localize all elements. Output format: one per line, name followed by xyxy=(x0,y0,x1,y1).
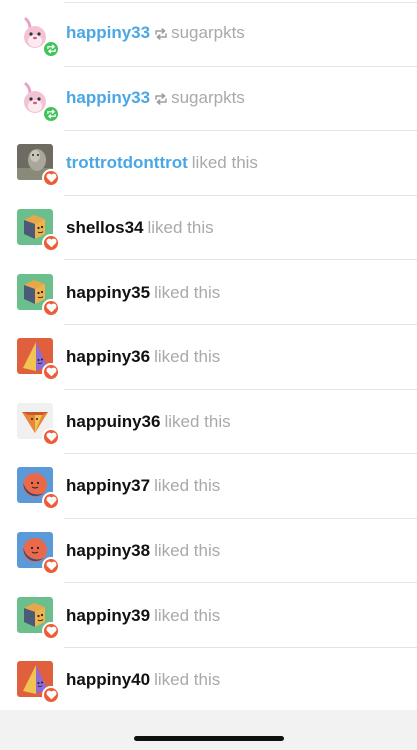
reblog-note-row[interactable]: happiny33 sugarpkts xyxy=(0,67,417,132)
heart-badge-icon xyxy=(42,427,60,446)
avatar[interactable] xyxy=(17,532,60,576)
username-link[interactable]: happiny37 xyxy=(66,476,150,495)
reblog-note-row[interactable]: happiny33 sugarpkts xyxy=(0,2,417,67)
avatar[interactable] xyxy=(17,144,60,188)
heart-badge-icon xyxy=(42,621,60,640)
note-text: happiny38 liked this xyxy=(66,541,220,561)
like-note-row[interactable]: happiny37 liked this xyxy=(0,454,417,519)
heart-badge-icon xyxy=(42,363,60,382)
note-action-text: liked this xyxy=(154,670,221,690)
bottom-safe-area xyxy=(0,710,417,750)
like-note-row[interactable]: happiny38 liked this xyxy=(0,519,417,584)
note-action-text: liked this xyxy=(154,476,221,496)
reblog-source-link[interactable]: sugarpkts xyxy=(171,23,245,42)
reblog-badge-icon xyxy=(42,104,60,123)
avatar[interactable] xyxy=(17,15,60,59)
note-text: happiny39 liked this xyxy=(66,606,220,626)
home-indicator[interactable] xyxy=(133,736,284,741)
heart-badge-icon xyxy=(42,492,60,511)
note-text: happiny37 liked this xyxy=(66,476,220,496)
note-text: happuiny36 liked this xyxy=(66,412,231,432)
note-action-text: liked this xyxy=(154,605,221,625)
like-note-row[interactable]: happiny35 liked this xyxy=(0,260,417,325)
heart-badge-icon xyxy=(42,686,60,705)
note-text: happiny33 sugarpkts xyxy=(66,23,245,45)
note-action-text: liked this xyxy=(154,282,221,302)
avatar[interactable] xyxy=(17,661,60,705)
like-note-row[interactable]: happuiny36 liked this xyxy=(0,390,417,455)
heart-badge-icon xyxy=(42,557,60,576)
avatar[interactable] xyxy=(17,338,60,382)
avatar[interactable] xyxy=(17,273,60,317)
username-link[interactable]: happiny35 xyxy=(66,283,150,302)
note-action-text: liked this xyxy=(191,153,258,173)
note-text: happiny33 sugarpkts xyxy=(66,88,245,110)
reblog-icon xyxy=(154,25,168,45)
username-link[interactable]: happiny33 xyxy=(66,88,150,107)
note-action-text: liked this xyxy=(164,411,231,431)
username-link[interactable]: happiny38 xyxy=(66,541,150,560)
reblog-source-link[interactable]: sugarpkts xyxy=(171,88,245,107)
like-note-row[interactable]: happiny40 liked this xyxy=(0,648,417,713)
note-text: happiny40 liked this xyxy=(66,670,220,690)
note-text: happiny36 liked this xyxy=(66,347,220,367)
username-link[interactable]: happiny39 xyxy=(66,606,150,625)
avatar[interactable] xyxy=(17,79,60,123)
heart-badge-icon xyxy=(42,298,60,317)
username-link[interactable]: happiny33 xyxy=(66,23,150,42)
note-text: shellos34 liked this xyxy=(66,218,214,238)
note-action-text: liked this xyxy=(147,218,214,238)
username-link[interactable]: happiny36 xyxy=(66,347,150,366)
username-link[interactable]: happiny40 xyxy=(66,670,150,689)
username-link[interactable]: happuiny36 xyxy=(66,412,160,431)
notes-screen: happiny33 sugarpkts happiny33 sugarpkts trot… xyxy=(0,0,417,750)
avatar[interactable] xyxy=(17,467,60,511)
avatar[interactable] xyxy=(17,209,60,253)
like-note-row[interactable]: happiny39 liked this xyxy=(0,583,417,648)
reblog-icon xyxy=(154,90,168,110)
username-link[interactable]: trottrotdonttrot xyxy=(66,153,188,172)
note-action-text: liked this xyxy=(154,347,221,367)
avatar[interactable] xyxy=(17,596,60,640)
like-note-row[interactable]: trottrotdonttrot liked this xyxy=(0,131,417,196)
avatar[interactable] xyxy=(17,402,60,446)
note-text: happiny35 liked this xyxy=(66,283,220,303)
heart-badge-icon xyxy=(42,234,60,253)
username-link[interactable]: shellos34 xyxy=(66,218,144,237)
reblog-badge-icon xyxy=(42,40,60,59)
like-note-row[interactable]: shellos34 liked this xyxy=(0,196,417,261)
notes-list: happiny33 sugarpkts happiny33 sugarpkts trot… xyxy=(0,0,417,713)
note-action-text: liked this xyxy=(154,541,221,561)
note-text: trottrotdonttrot liked this xyxy=(66,153,258,173)
like-note-row[interactable]: happiny36 liked this xyxy=(0,325,417,390)
heart-badge-icon xyxy=(42,169,60,188)
